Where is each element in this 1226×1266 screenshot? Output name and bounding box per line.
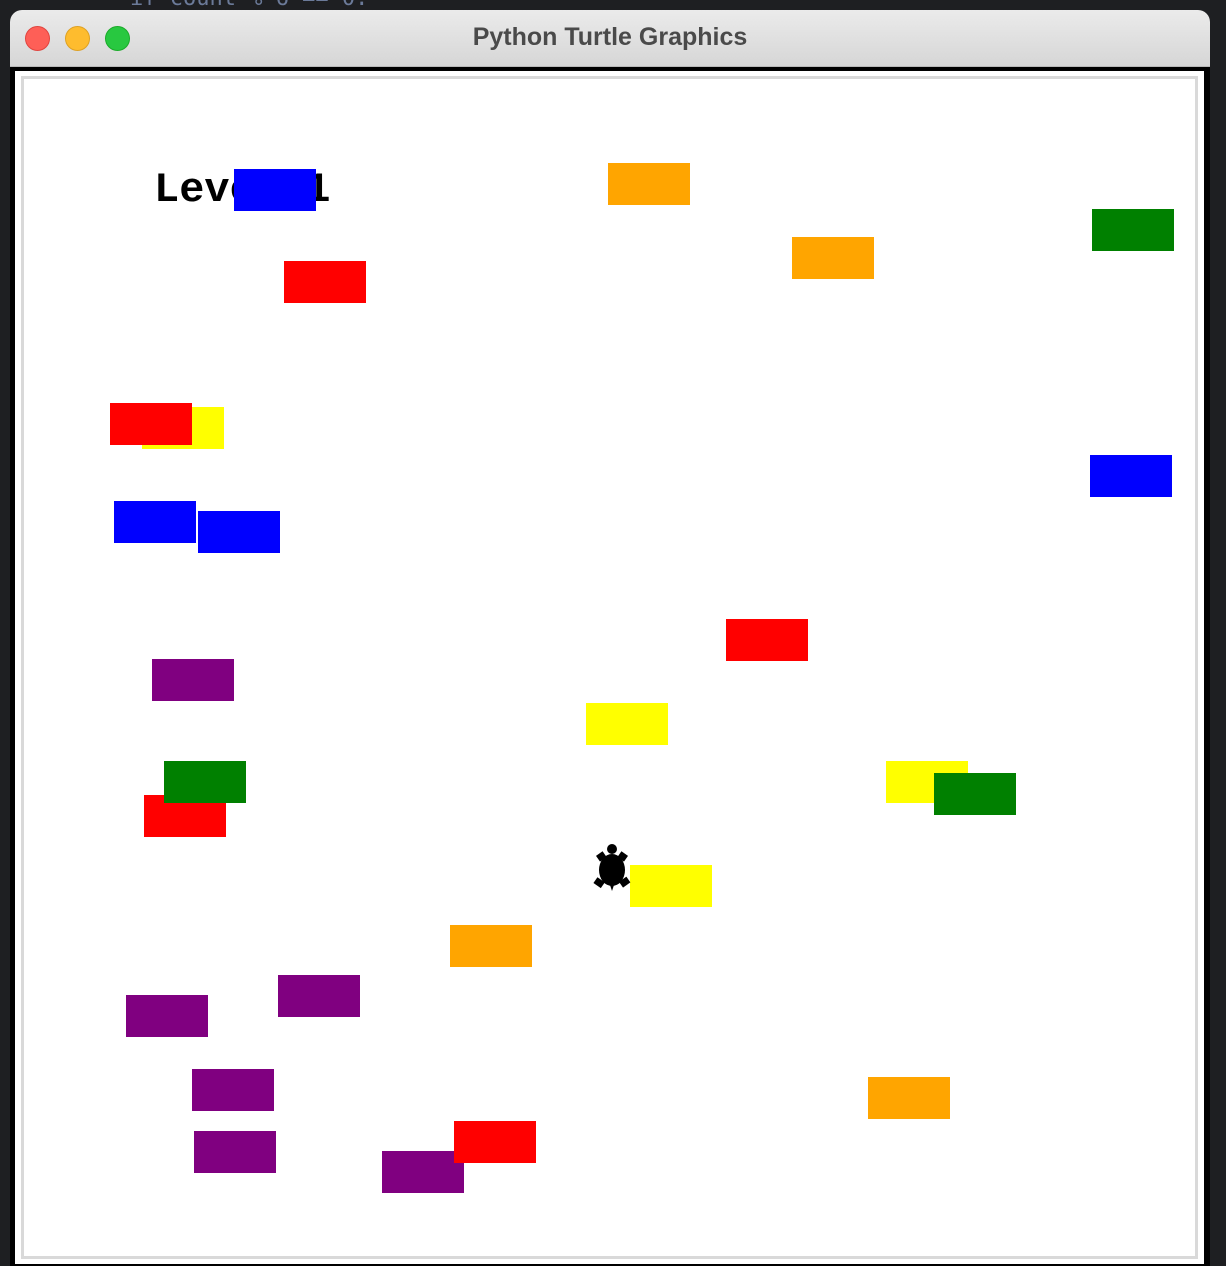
brick (1092, 209, 1174, 251)
window-title: Python Turtle Graphics (472, 23, 748, 51)
brick (630, 865, 712, 907)
brick (586, 703, 668, 745)
brick (152, 659, 234, 701)
brick (110, 403, 192, 445)
brick (164, 761, 246, 803)
brick (868, 1077, 950, 1119)
turtle-window: Python Turtle Graphics Level 1 (10, 10, 1210, 1266)
brick (278, 975, 360, 1017)
brick (126, 995, 208, 1037)
brick (382, 1151, 464, 1193)
canvas-frame: Level 1 (13, 69, 1206, 1266)
game-canvas[interactable]: Level 1 (21, 76, 1198, 1259)
turtle-icon (593, 844, 631, 891)
brick (454, 1121, 536, 1163)
brick (450, 925, 532, 967)
brick (726, 619, 808, 661)
brick (194, 1131, 276, 1173)
brick (934, 773, 1016, 815)
brick (1090, 455, 1172, 497)
brick (114, 501, 196, 543)
brick (192, 1069, 274, 1111)
brick (284, 261, 366, 303)
brick (608, 163, 690, 205)
brick (792, 237, 874, 279)
title-bar[interactable]: Python Turtle Graphics (10, 10, 1210, 67)
brick (198, 511, 280, 553)
brick (234, 169, 316, 211)
